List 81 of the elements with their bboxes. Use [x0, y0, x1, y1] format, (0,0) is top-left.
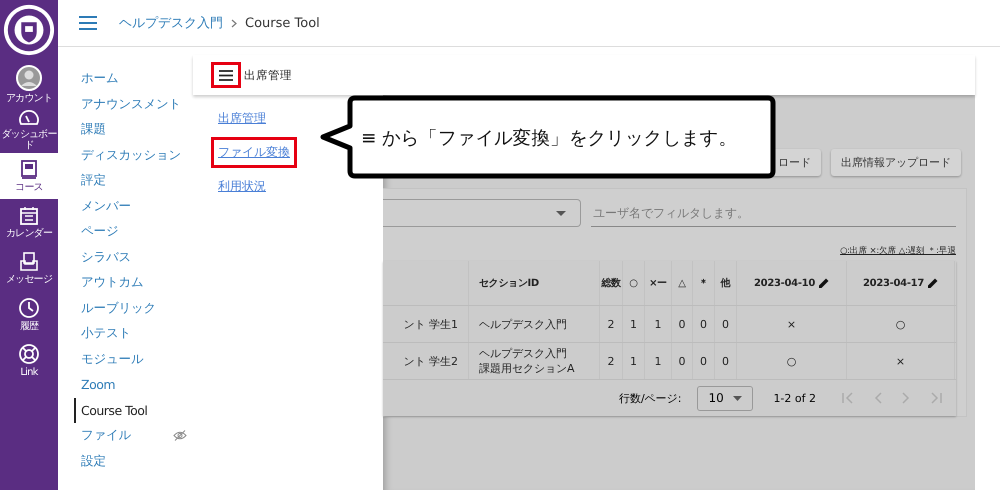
book-icon — [20, 160, 38, 180]
column-header: 2023-04-17 — [847, 261, 955, 305]
course-nav-link[interactable]: Zoom — [74, 372, 193, 398]
column-header: セクションID — [469, 261, 600, 305]
table-cell: 0 — [678, 318, 686, 330]
course-nav-link[interactable]: シラバス — [74, 244, 193, 270]
course-nav-link[interactable]: ファイル — [74, 423, 193, 448]
global-nav-item[interactable]: カレンダー — [0, 199, 58, 245]
table-cell: ○ — [896, 318, 906, 330]
table-cell: 0 — [678, 354, 686, 368]
legend-text: ○:出席 ×:欠席 △:遅刻 ＊:早退 — [840, 245, 956, 257]
column-header: ＊ — [693, 261, 715, 305]
course-nav-link[interactable]: ホーム — [74, 66, 193, 92]
table-cell: ヘルプデスク入門課題用セクションA — [479, 346, 575, 376]
menu-button[interactable] — [211, 62, 241, 88]
global-nav-item[interactable]: ダッシュボード — [0, 107, 58, 153]
table-cell: 2 — [608, 354, 614, 368]
global-nav-item[interactable]: メッセージ — [0, 245, 58, 291]
table-cell: ント 学生2 — [404, 354, 458, 368]
global-nav-item[interactable]: アカウント — [0, 61, 58, 107]
table-cell: 1 — [630, 354, 637, 368]
avatar-icon — [16, 64, 42, 90]
pencil-icon[interactable] — [928, 278, 938, 288]
menu-icon[interactable] — [79, 16, 97, 30]
course-nav-link[interactable]: ディスカッション — [74, 142, 193, 168]
table-cell: 1 — [654, 354, 662, 368]
table-cell: × — [896, 354, 906, 368]
filter-field[interactable]: ユーザ名でフィルタします。 — [591, 199, 956, 227]
gauge-icon — [18, 109, 40, 127]
table-cell: 1 — [630, 318, 637, 330]
table-cell: ○ — [786, 354, 796, 368]
global-nav-item[interactable]: 履歴 — [0, 291, 58, 337]
calendar-icon — [19, 206, 39, 226]
column-header: ○ — [623, 261, 645, 305]
inbox-icon — [19, 252, 39, 272]
course-nav-link[interactable]: ページ — [74, 219, 193, 244]
drawer-link[interactable]: ファイル変換 — [211, 137, 297, 168]
drawer-link[interactable]: 利用状況 — [211, 171, 273, 202]
table-cell: 0 — [700, 318, 707, 330]
callout-text: ≡ から「ファイル変換」をクリックします。 — [361, 126, 738, 150]
column-header: ×ー — [645, 261, 672, 305]
course-nav-link[interactable]: Course Tool — [74, 398, 193, 423]
pencil-icon[interactable] — [818, 278, 829, 288]
table-cell: 1 — [654, 318, 662, 330]
table-cell: ント 学生1 — [404, 316, 458, 332]
table-cell: × — [786, 318, 796, 330]
column-header: △ — [672, 261, 693, 305]
table-cell: 0 — [700, 354, 707, 368]
dropdown-icon — [556, 210, 566, 216]
table-cell: ヘルプデスク入門 — [479, 316, 567, 332]
table-cell: 0 — [722, 318, 729, 330]
course-nav-link[interactable]: ルーブリック — [74, 296, 193, 321]
course-nav-link[interactable]: 設定 — [74, 448, 193, 474]
course-nav-link[interactable]: アウトカム — [74, 270, 193, 296]
page-range: 1-2 of 2 — [773, 392, 816, 404]
tool-title: 出席管理 — [244, 68, 292, 82]
dropdown-icon — [733, 396, 742, 400]
global-nav-item[interactable]: コース — [0, 153, 58, 199]
clock-icon — [18, 296, 40, 318]
course-nav-link[interactable]: モジュール — [74, 346, 193, 372]
column-header: 他 — [715, 261, 737, 305]
global-nav-item[interactable]: Link — [0, 337, 58, 383]
course-nav-link[interactable]: 課題 — [74, 117, 193, 142]
table-cell: 2 — [608, 318, 614, 330]
lifebuoy-icon — [18, 342, 40, 364]
column-header: 総数 — [600, 261, 623, 305]
course-nav-link[interactable]: 評定 — [74, 168, 193, 194]
course-nav-link[interactable]: メンバー — [74, 194, 193, 219]
breadcrumb-item: Course Tool — [245, 16, 320, 30]
logo-icon[interactable] — [2, 3, 56, 57]
rows-per-page-select[interactable]: 10 — [697, 386, 754, 410]
menu-icon — [219, 70, 233, 80]
chevron-icon — [231, 18, 237, 28]
rows-per-page-label: 行数/ページ: — [619, 390, 682, 406]
drawer-link[interactable]: 出席管理 — [211, 103, 273, 134]
course-nav-link[interactable]: アナウンスメント — [74, 92, 193, 117]
breadcrumb-item[interactable]: ヘルプデスク入門 — [119, 14, 223, 32]
action-button[interactable]: 出席情報アップロード — [831, 149, 961, 176]
column-header: 2023-04-10 — [737, 261, 847, 305]
course-nav-link[interactable]: 小テスト — [74, 321, 193, 346]
table-cell: 0 — [722, 354, 729, 368]
